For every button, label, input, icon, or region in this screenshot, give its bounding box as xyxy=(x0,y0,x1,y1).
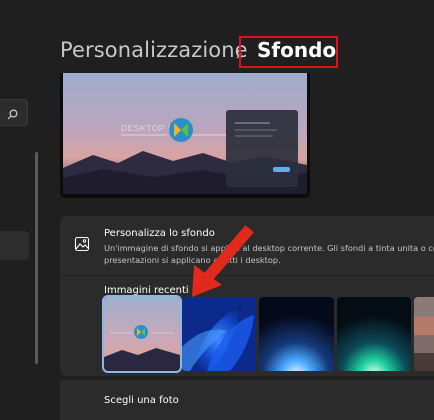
image-icon xyxy=(74,236,90,252)
recent-image-landscape[interactable] xyxy=(414,297,434,371)
sidebar-item-selected[interactable] xyxy=(0,231,29,260)
sidebar-scrollbar[interactable] xyxy=(35,152,38,364)
recent-image-glow-blue[interactable] xyxy=(259,297,334,371)
choose-photo-label: Scegli una foto xyxy=(104,395,179,406)
desktop-preview: DESKTOP SOLU xyxy=(60,73,310,198)
recent-images-label: Immagini recenti xyxy=(104,285,189,296)
breadcrumb-parent[interactable]: Personalizzazione xyxy=(60,38,248,62)
recent-image-glow-green[interactable] xyxy=(337,297,411,371)
search-box[interactable] xyxy=(0,99,28,126)
search-icon xyxy=(6,106,19,120)
page-title: Sfondo xyxy=(257,38,337,62)
recent-image-bloom-blue[interactable] xyxy=(182,297,256,371)
arrow-icon xyxy=(192,225,254,297)
recent-image-desktop-solution[interactable] xyxy=(102,295,182,373)
choose-photo-row[interactable]: Scegli una foto xyxy=(60,380,434,420)
card-description: Un'immagine di sfondo si applica al desk… xyxy=(104,243,434,253)
